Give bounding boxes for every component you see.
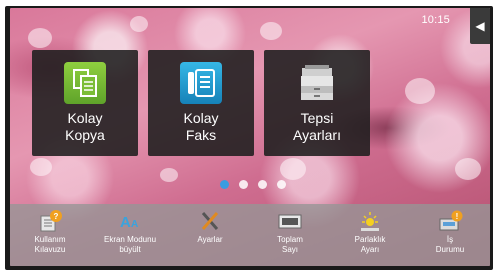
side-panel-toggle[interactable]: ◀	[470, 8, 490, 44]
shortcut-taskbar: ? Kullanım Kılavuzu A A Ekran Modunu büy…	[10, 204, 490, 266]
settings-button[interactable]: Ayarlar	[175, 204, 245, 245]
brightness-button[interactable]: Parlaklık Ayarı	[335, 204, 405, 255]
taskbar-label: Toplam Sayı	[277, 235, 303, 254]
counter-icon	[275, 210, 305, 232]
taskbar-label: İş Durumu	[435, 235, 465, 254]
clock: 10:15	[421, 14, 450, 26]
text-enlarge-icon: A A	[115, 210, 145, 232]
copy-icon	[64, 62, 106, 104]
total-count-button[interactable]: Toplam Sayı	[255, 204, 325, 255]
easy-copy-tile[interactable]: Kolay Kopya	[32, 50, 138, 156]
tile-label: Tepsi Ayarları	[293, 110, 341, 143]
taskbar-label: Ayarlar	[197, 235, 223, 244]
svg-text:!: !	[456, 212, 459, 221]
svg-text:A: A	[131, 219, 138, 230]
easy-fax-tile[interactable]: Kolay Faks	[148, 50, 254, 156]
svg-text:A: A	[120, 214, 131, 231]
tile-label: Kolay Kopya	[65, 110, 105, 143]
page-dot-active[interactable]	[220, 180, 229, 189]
page-dot[interactable]	[258, 180, 267, 189]
enlarge-display-button[interactable]: A A Ekran Modunu büyült	[95, 204, 165, 255]
taskbar-label: Kullanım Kılavuzu	[34, 235, 66, 254]
page-dot[interactable]	[239, 180, 248, 189]
svg-text:?: ?	[54, 212, 59, 221]
manual-help-icon: ?	[35, 210, 65, 232]
tray-settings-tile[interactable]: Tepsi Ayarları	[264, 50, 370, 156]
taskbar-label: Ekran Modunu büyült	[103, 235, 157, 254]
chevron-left-icon: ◀	[475, 19, 485, 33]
fax-icon	[180, 62, 222, 104]
user-manual-button[interactable]: ? Kullanım Kılavuzu	[15, 204, 85, 255]
brightness-icon	[355, 210, 385, 232]
wrench-screwdriver-icon	[195, 210, 225, 232]
home-screen: 10:15 ◀ Kolay Kopya Kolay Faks Tepsi Aya…	[10, 8, 490, 266]
printer-tray-icon	[296, 62, 338, 104]
job-status-button[interactable]: ! İş Durumu	[415, 204, 485, 255]
page-dot[interactable]	[277, 180, 286, 189]
tile-label: Kolay Faks	[183, 110, 219, 143]
taskbar-label: Parlaklık Ayarı	[354, 235, 386, 254]
page-indicator	[220, 180, 286, 189]
job-status-icon: !	[435, 210, 465, 232]
